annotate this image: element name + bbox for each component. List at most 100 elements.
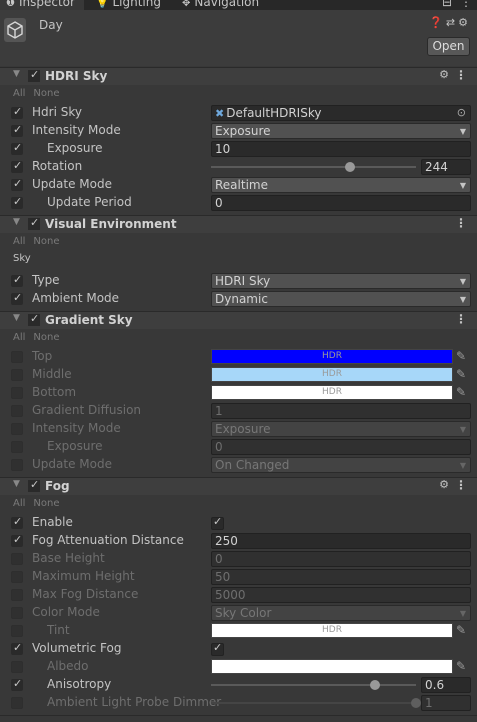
anisotropy-input[interactable]: 0.6 bbox=[421, 677, 471, 693]
override-checkbox[interactable] bbox=[11, 571, 23, 583]
override-checkbox[interactable] bbox=[11, 677, 23, 691]
preset-icon[interactable]: ⚙ bbox=[439, 68, 449, 81]
gear-icon[interactable]: ⚙ bbox=[458, 16, 471, 29]
max-fog-distance-input[interactable]: 5000 bbox=[211, 587, 471, 603]
override-checkbox[interactable] bbox=[11, 405, 23, 417]
bottom-color-swatch[interactable]: HDR bbox=[211, 385, 453, 400]
middle-color-swatch[interactable]: HDR bbox=[211, 367, 453, 382]
override-checkbox[interactable] bbox=[11, 553, 23, 565]
kebab-menu-icon[interactable]: ⋮ bbox=[455, 68, 467, 82]
anisotropy-slider-track[interactable] bbox=[211, 684, 416, 686]
none-link[interactable]: None bbox=[33, 332, 59, 343]
visual-environment-header[interactable]: ▼ Visual Environment ⋮ bbox=[0, 215, 477, 233]
override-checkbox[interactable] bbox=[11, 533, 23, 547]
override-checkbox[interactable] bbox=[11, 625, 23, 637]
foldout-arrow-icon[interactable]: ▼ bbox=[13, 217, 20, 227]
base-height-input[interactable]: 0 bbox=[211, 551, 471, 567]
rotation-input[interactable]: 244 bbox=[421, 159, 471, 175]
albedo-color-swatch[interactable] bbox=[211, 659, 453, 674]
override-checkbox[interactable] bbox=[11, 273, 23, 287]
eyedropper-icon[interactable]: ✎ bbox=[456, 349, 466, 363]
tab-inspector[interactable]: ❶ Inspector bbox=[0, 0, 84, 10]
override-checkbox[interactable] bbox=[11, 641, 23, 655]
settings-sliders-icon[interactable]: ⇄ bbox=[446, 16, 458, 29]
field-label: Intensity Mode bbox=[32, 123, 121, 137]
none-link[interactable]: None bbox=[33, 236, 59, 247]
eyedropper-icon[interactable]: ✎ bbox=[456, 385, 466, 399]
top-color-swatch[interactable]: HDR bbox=[211, 349, 453, 364]
override-checkbox[interactable] bbox=[11, 159, 23, 173]
override-checkbox[interactable] bbox=[11, 177, 23, 191]
ambient-mode-dropdown[interactable]: Dynamic bbox=[211, 291, 471, 307]
volumetric-fog-toggle[interactable] bbox=[211, 641, 224, 656]
override-checkbox[interactable] bbox=[11, 369, 23, 381]
rotation-slider-track[interactable] bbox=[211, 166, 416, 168]
sky-type-dropdown[interactable]: HDRI Sky bbox=[211, 273, 471, 289]
intensity-mode-dropdown[interactable]: Exposure bbox=[211, 123, 471, 139]
eyedropper-icon[interactable]: ✎ bbox=[456, 623, 466, 637]
all-link[interactable]: All bbox=[13, 332, 25, 343]
tab-lighting[interactable]: 💡 Lighting bbox=[96, 0, 161, 10]
rotation-slider-handle[interactable] bbox=[344, 162, 355, 172]
fog-header[interactable]: ▼ Fog ⚙ ⋮ bbox=[0, 477, 477, 495]
ambient-dimmer-slider-track[interactable] bbox=[211, 702, 416, 704]
all-link[interactable]: All bbox=[13, 88, 25, 99]
fog-attenuation-input[interactable]: 250 bbox=[211, 533, 471, 549]
eyedropper-icon[interactable]: ✎ bbox=[456, 659, 466, 673]
override-checkbox[interactable] bbox=[11, 291, 23, 305]
ambient-dimmer-slider-handle[interactable] bbox=[411, 698, 421, 708]
all-link[interactable]: All bbox=[13, 236, 25, 247]
component-enable-checkbox[interactable] bbox=[28, 68, 40, 82]
foldout-arrow-icon[interactable]: ▼ bbox=[13, 479, 20, 489]
override-checkbox[interactable] bbox=[11, 423, 23, 435]
open-button[interactable]: Open bbox=[427, 37, 470, 56]
gradient-diffusion-input[interactable]: 1 bbox=[211, 403, 471, 419]
gradient-update-mode-dropdown[interactable]: On Changed bbox=[211, 457, 471, 473]
preset-icon[interactable]: ⚙ bbox=[439, 478, 449, 491]
maximum-height-input[interactable]: 50 bbox=[211, 569, 471, 585]
override-checkbox[interactable] bbox=[11, 515, 23, 529]
kebab-menu-icon[interactable]: ⋮ bbox=[455, 312, 467, 326]
override-checkbox[interactable] bbox=[11, 589, 23, 601]
hdri-sky-header[interactable]: ▼ HDRI Sky ⚙ ⋮ bbox=[0, 67, 477, 85]
hdri-sky-object-field[interactable]: ✖ DefaultHDRISky ⊙ bbox=[211, 105, 471, 121]
gradient-intensity-mode-dropdown[interactable]: Exposure bbox=[211, 421, 471, 437]
kebab-menu-icon[interactable]: ⋮ bbox=[460, 0, 472, 9]
color-mode-dropdown[interactable]: Sky Color bbox=[211, 605, 471, 621]
tint-color-swatch[interactable]: HDR bbox=[211, 623, 453, 638]
ambient-dimmer-input[interactable]: 1 bbox=[421, 695, 471, 711]
maximize-icon[interactable]: ⊟ bbox=[442, 0, 452, 9]
override-checkbox[interactable] bbox=[11, 195, 23, 209]
override-checkbox[interactable] bbox=[11, 459, 23, 471]
kebab-menu-icon[interactable]: ⋮ bbox=[455, 216, 467, 230]
component-enable-checkbox[interactable] bbox=[28, 478, 40, 492]
override-checkbox[interactable] bbox=[11, 607, 23, 619]
component-enable-checkbox[interactable] bbox=[28, 216, 40, 230]
override-checkbox[interactable] bbox=[11, 351, 23, 363]
override-checkbox[interactable] bbox=[11, 123, 23, 137]
override-checkbox[interactable] bbox=[11, 441, 23, 453]
all-link[interactable]: All bbox=[13, 498, 25, 509]
eyedropper-icon[interactable]: ✎ bbox=[456, 367, 466, 381]
override-checkbox[interactable] bbox=[11, 697, 23, 709]
none-link[interactable]: None bbox=[33, 88, 59, 99]
kebab-menu-icon[interactable]: ⋮ bbox=[455, 478, 467, 492]
exposure-input[interactable]: 10 bbox=[211, 141, 471, 157]
update-period-input[interactable]: 0 bbox=[211, 195, 471, 211]
override-checkbox[interactable] bbox=[11, 105, 23, 119]
fog-enable-toggle[interactable] bbox=[211, 515, 224, 530]
anisotropy-slider-handle[interactable] bbox=[370, 680, 380, 690]
override-checkbox[interactable] bbox=[11, 661, 23, 673]
override-checkbox[interactable] bbox=[11, 141, 23, 155]
tab-navigation[interactable]: ✥ Navigation bbox=[182, 0, 259, 10]
foldout-arrow-icon[interactable]: ▼ bbox=[13, 313, 20, 323]
update-mode-dropdown[interactable]: Realtime bbox=[211, 177, 471, 193]
component-enable-checkbox[interactable] bbox=[28, 312, 40, 326]
object-picker-icon[interactable]: ⊙ bbox=[457, 106, 466, 120]
gradient-sky-header[interactable]: ▼ Gradient Sky ⋮ bbox=[0, 311, 477, 329]
none-link[interactable]: None bbox=[33, 498, 59, 509]
help-icon[interactable]: ❓ bbox=[429, 16, 446, 29]
override-checkbox[interactable] bbox=[11, 387, 23, 399]
gradient-exposure-input[interactable]: 0 bbox=[211, 439, 471, 455]
foldout-arrow-icon[interactable]: ▼ bbox=[13, 69, 20, 79]
